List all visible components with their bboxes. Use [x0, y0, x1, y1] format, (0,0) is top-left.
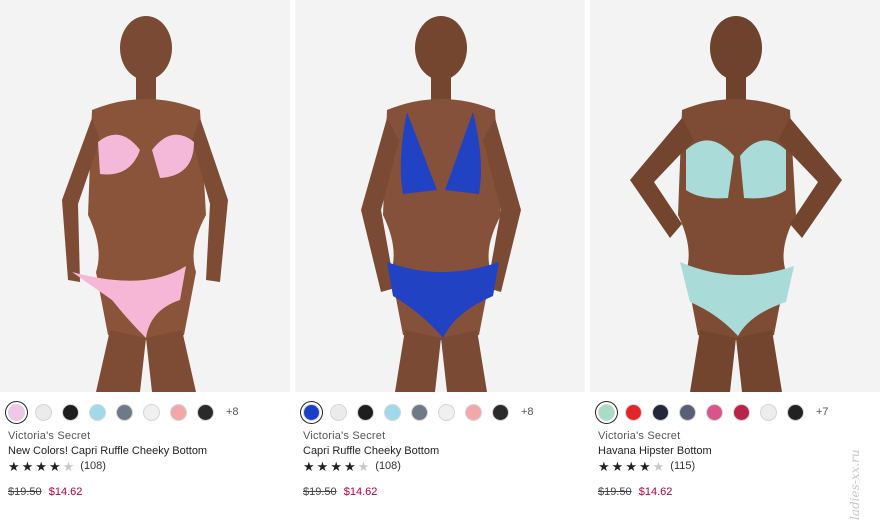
original-price: $19.50: [8, 486, 42, 498]
sale-price: $14.62: [343, 486, 378, 498]
price: $19.50 $14.62: [8, 486, 82, 498]
star-icon: ★: [343, 458, 356, 474]
star-icon: ★: [652, 458, 665, 474]
product-brand: Victoria's Secret: [303, 430, 386, 442]
model-photo: [590, 0, 880, 392]
sale-price: $14.62: [638, 486, 673, 498]
color-swatch[interactable]: [625, 403, 642, 421]
product-name[interactable]: Capri Ruffle Cheeky Bottom: [303, 445, 439, 457]
color-swatch[interactable]: [170, 403, 187, 421]
color-swatch[interactable]: [62, 403, 79, 421]
color-swatch[interactable]: [760, 403, 777, 421]
more-colors-link[interactable]: +8: [521, 406, 534, 418]
model-photo: [0, 0, 290, 392]
star-icon: ★: [638, 458, 651, 474]
star-icon: ★: [48, 458, 61, 474]
product-image[interactable]: [0, 0, 290, 392]
star-icon: ★: [21, 458, 34, 474]
color-swatch[interactable]: [197, 403, 214, 421]
color-swatch[interactable]: [357, 403, 374, 421]
original-price: $19.50: [303, 486, 337, 498]
review-count: (108): [375, 460, 401, 472]
color-swatch[interactable]: [303, 403, 320, 421]
color-swatch[interactable]: [116, 403, 133, 421]
watermark: ladies-xx.ru: [848, 449, 862, 520]
review-count: (115): [670, 460, 696, 472]
star-icon: ★: [35, 458, 47, 474]
product-card[interactable]: +7 Victoria's Secret Havana Hipster Bott…: [590, 0, 880, 523]
product-name[interactable]: New Colors! Capri Ruffle Cheeky Bottom: [8, 445, 207, 457]
star-icon: ★: [598, 458, 610, 474]
original-price: $19.50: [598, 486, 632, 498]
product-card[interactable]: +8 Victoria's Secret Capri Ruffle Cheeky…: [295, 0, 585, 523]
rating[interactable]: ★ ★ ★ ★ ★ (108): [8, 459, 106, 473]
star-icon: ★: [611, 458, 624, 474]
rating[interactable]: ★ ★ ★ ★ ★ (115): [598, 459, 695, 473]
model-photo: [295, 0, 585, 392]
more-colors-link[interactable]: +8: [226, 406, 239, 418]
color-swatch[interactable]: [89, 403, 106, 421]
star-icon: ★: [330, 458, 342, 474]
product-name[interactable]: Havana Hipster Bottom: [598, 445, 712, 457]
product-brand: Victoria's Secret: [598, 430, 681, 442]
review-count: (108): [80, 460, 106, 472]
color-swatches: +8: [303, 401, 534, 423]
price: $19.50 $14.62: [598, 486, 672, 498]
color-swatches: +8: [8, 401, 239, 423]
color-swatch[interactable]: [465, 403, 482, 421]
color-swatch[interactable]: [330, 403, 347, 421]
color-swatch[interactable]: [706, 403, 723, 421]
star-icon: ★: [8, 458, 20, 474]
star-icon: ★: [357, 458, 370, 474]
color-swatch[interactable]: [652, 403, 669, 421]
color-swatches: +7: [598, 401, 829, 423]
color-swatch[interactable]: [438, 403, 455, 421]
color-swatch[interactable]: [384, 403, 401, 421]
star-icon: ★: [625, 458, 637, 474]
color-swatch[interactable]: [143, 403, 160, 421]
product-image[interactable]: [295, 0, 585, 392]
color-swatch[interactable]: [492, 403, 509, 421]
color-swatch[interactable]: [411, 403, 428, 421]
star-icon: ★: [62, 458, 75, 474]
price: $19.50 $14.62: [303, 486, 377, 498]
rating[interactable]: ★ ★ ★ ★ ★ (108): [303, 459, 401, 473]
color-swatch[interactable]: [787, 403, 804, 421]
more-colors-link[interactable]: +7: [816, 406, 829, 418]
sale-price: $14.62: [48, 486, 83, 498]
product-image[interactable]: [590, 0, 880, 392]
star-icon: ★: [303, 458, 315, 474]
color-swatch[interactable]: [8, 403, 25, 421]
star-icon: ★: [316, 458, 329, 474]
color-swatch[interactable]: [733, 403, 750, 421]
product-card[interactable]: +8 Victoria's Secret New Colors! Capri R…: [0, 0, 290, 523]
color-swatch[interactable]: [598, 403, 615, 421]
product-brand: Victoria's Secret: [8, 430, 91, 442]
color-swatch[interactable]: [35, 403, 52, 421]
product-grid: +8 Victoria's Secret New Colors! Capri R…: [0, 0, 888, 523]
color-swatch[interactable]: [679, 403, 696, 421]
